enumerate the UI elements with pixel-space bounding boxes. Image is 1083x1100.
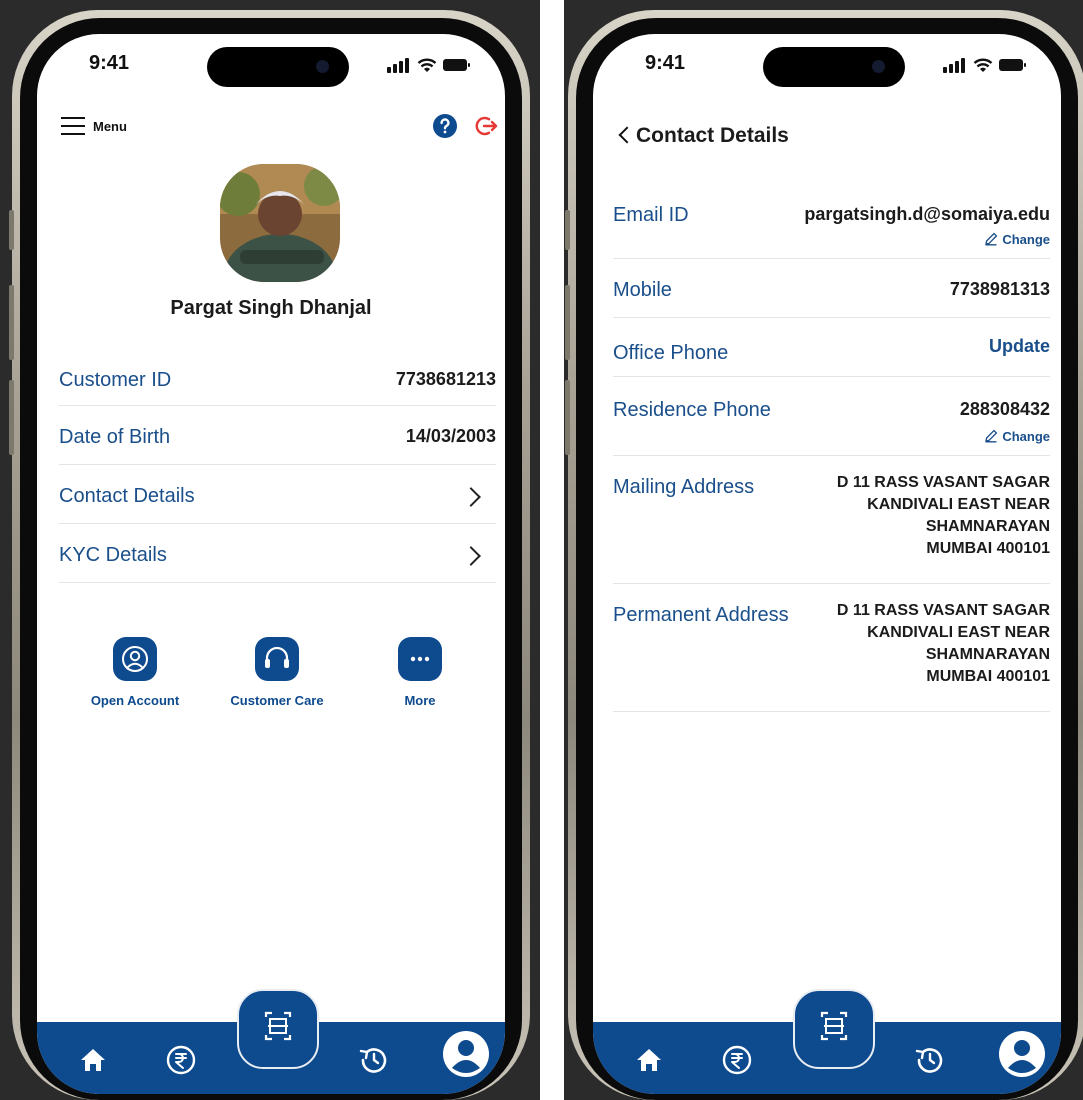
email-label: Email ID (613, 204, 689, 226)
profile-icon[interactable] (442, 1030, 490, 1078)
scan-button[interactable] (237, 989, 319, 1069)
headset-icon (255, 637, 299, 681)
mobile-value: 7738981313 (949, 279, 1050, 299)
residence-change-button[interactable]: Change (984, 429, 1050, 444)
kyc-details-label: KYC Details (59, 544, 167, 566)
address-line: D 11 RASS VASANT SAGAR (836, 602, 1050, 619)
status-time: 9:41 (645, 52, 686, 74)
residence-phone-value: 288308432 (959, 399, 1050, 419)
address-line: KANDIVALI EAST NEAR (867, 624, 1050, 641)
email-change-button[interactable]: Change (984, 232, 1050, 247)
pencil-icon (985, 429, 998, 443)
home-icon[interactable] (80, 1048, 106, 1072)
change-label: Change (1002, 429, 1050, 444)
address-line: SHAMNARAYAN (925, 646, 1050, 663)
battery-icon (443, 59, 470, 71)
rupee-icon[interactable] (165, 1044, 197, 1076)
date-of-birth-value: 14/03/2003 (405, 426, 496, 446)
customer-id-row: Customer ID 7738681213 (59, 349, 496, 406)
permanent-address-label: Permanent Address (613, 604, 789, 626)
address-line: KANDIVALI EAST NEAR (867, 496, 1050, 513)
open-account-button[interactable]: Open Account (75, 637, 195, 708)
scan-icon (820, 1011, 848, 1041)
user-circle-icon (113, 637, 157, 681)
email-row: Email ID pargatsingh.d@somaiya.edu Chang… (613, 184, 1050, 259)
chevron-right-icon (461, 487, 481, 507)
profile-screen: 9:41 Menu Pargat Singh Dhanjal Customer … (37, 34, 505, 1094)
permanent-address-row: Permanent Address D 11 RASS VASANT SAGAR… (613, 584, 1050, 712)
more-button[interactable]: More (360, 637, 480, 708)
address-line: SHAMNARAYAN (925, 518, 1050, 535)
status-time: 9:41 (89, 52, 130, 74)
mailing-address-row: Mailing Address D 11 RASS VASANT SAGAR K… (613, 456, 1050, 584)
mailing-address-label: Mailing Address (613, 476, 755, 498)
contact-details-row[interactable]: Contact Details (59, 465, 496, 524)
address-line: D 11 RASS VASANT SAGAR (836, 474, 1050, 491)
customer-care-button[interactable]: Customer Care (217, 637, 337, 708)
chevron-right-icon (461, 546, 481, 566)
help-circle-icon[interactable] (433, 114, 457, 138)
profile-icon[interactable] (998, 1030, 1046, 1078)
kyc-details-row[interactable]: KYC Details (59, 524, 496, 583)
residence-phone-label: Residence Phone (613, 399, 771, 421)
customer-id-value: 7738681213 (395, 369, 496, 389)
office-phone-row: Office Phone Update (613, 318, 1050, 377)
chevron-left-icon (618, 126, 636, 144)
status-bar: 9:41 (593, 34, 1061, 94)
date-of-birth-row: Date of Birth 14/03/2003 (59, 406, 496, 465)
pencil-icon (985, 232, 998, 246)
permanent-address-value: D 11 RASS VASANT SAGAR KANDIVALI EAST NE… (837, 600, 1050, 688)
battery-icon (999, 59, 1026, 71)
dynamic-island (207, 47, 349, 87)
contact-screen: 9:41 Contact Details Email ID pargatsing… (593, 34, 1061, 1094)
wifi-icon (417, 58, 437, 72)
residence-phone-row: Residence Phone 288308432 Change (613, 377, 1050, 456)
history-icon[interactable] (914, 1044, 946, 1076)
office-phone-update-button[interactable]: Update (989, 336, 1050, 357)
menu-label: Menu (93, 119, 127, 134)
mobile-label: Mobile (613, 279, 672, 301)
menu-button[interactable]: Menu (61, 114, 141, 140)
hamburger-icon (61, 117, 85, 135)
system-icons (387, 54, 470, 76)
more-label: More (404, 693, 436, 708)
history-icon[interactable] (358, 1044, 390, 1076)
phone-frame-contact: 9:41 Contact Details Email ID pargatsing… (565, 10, 1083, 1100)
home-icon[interactable] (636, 1048, 662, 1072)
profile-photo (220, 164, 340, 282)
mobile-row: Mobile 7738981313 (613, 259, 1050, 318)
scan-icon (264, 1011, 292, 1041)
system-icons (943, 54, 1026, 76)
rupee-icon[interactable] (721, 1044, 753, 1076)
open-account-label: Open Account (90, 693, 180, 708)
wifi-icon (973, 58, 993, 72)
more-dots-icon (398, 637, 442, 681)
logout-icon[interactable] (475, 114, 499, 138)
customer-care-label: Customer Care (230, 693, 324, 708)
scan-button[interactable] (793, 989, 875, 1069)
status-bar: 9:41 (37, 34, 505, 94)
address-line: MUMBAI 400101 (926, 540, 1050, 557)
change-label: Change (1002, 232, 1050, 247)
mailing-address-value: D 11 RASS VASANT SAGAR KANDIVALI EAST NE… (837, 472, 1050, 560)
address-line: MUMBAI 400101 (926, 668, 1050, 685)
contact-details-label: Contact Details (59, 485, 195, 507)
office-phone-label: Office Phone (613, 342, 729, 364)
customer-id-label: Customer ID (59, 369, 172, 391)
profile-name: Pargat Singh Dhanjal (170, 297, 372, 319)
phone-frame-profile: 9:41 Menu Pargat Singh Dhanjal Customer … (9, 10, 530, 1100)
dynamic-island (763, 47, 905, 87)
email-value: pargatsingh.d@somaiya.edu (804, 204, 1050, 224)
page-title: Contact Details (636, 124, 789, 147)
date-of-birth-label: Date of Birth (59, 426, 171, 448)
